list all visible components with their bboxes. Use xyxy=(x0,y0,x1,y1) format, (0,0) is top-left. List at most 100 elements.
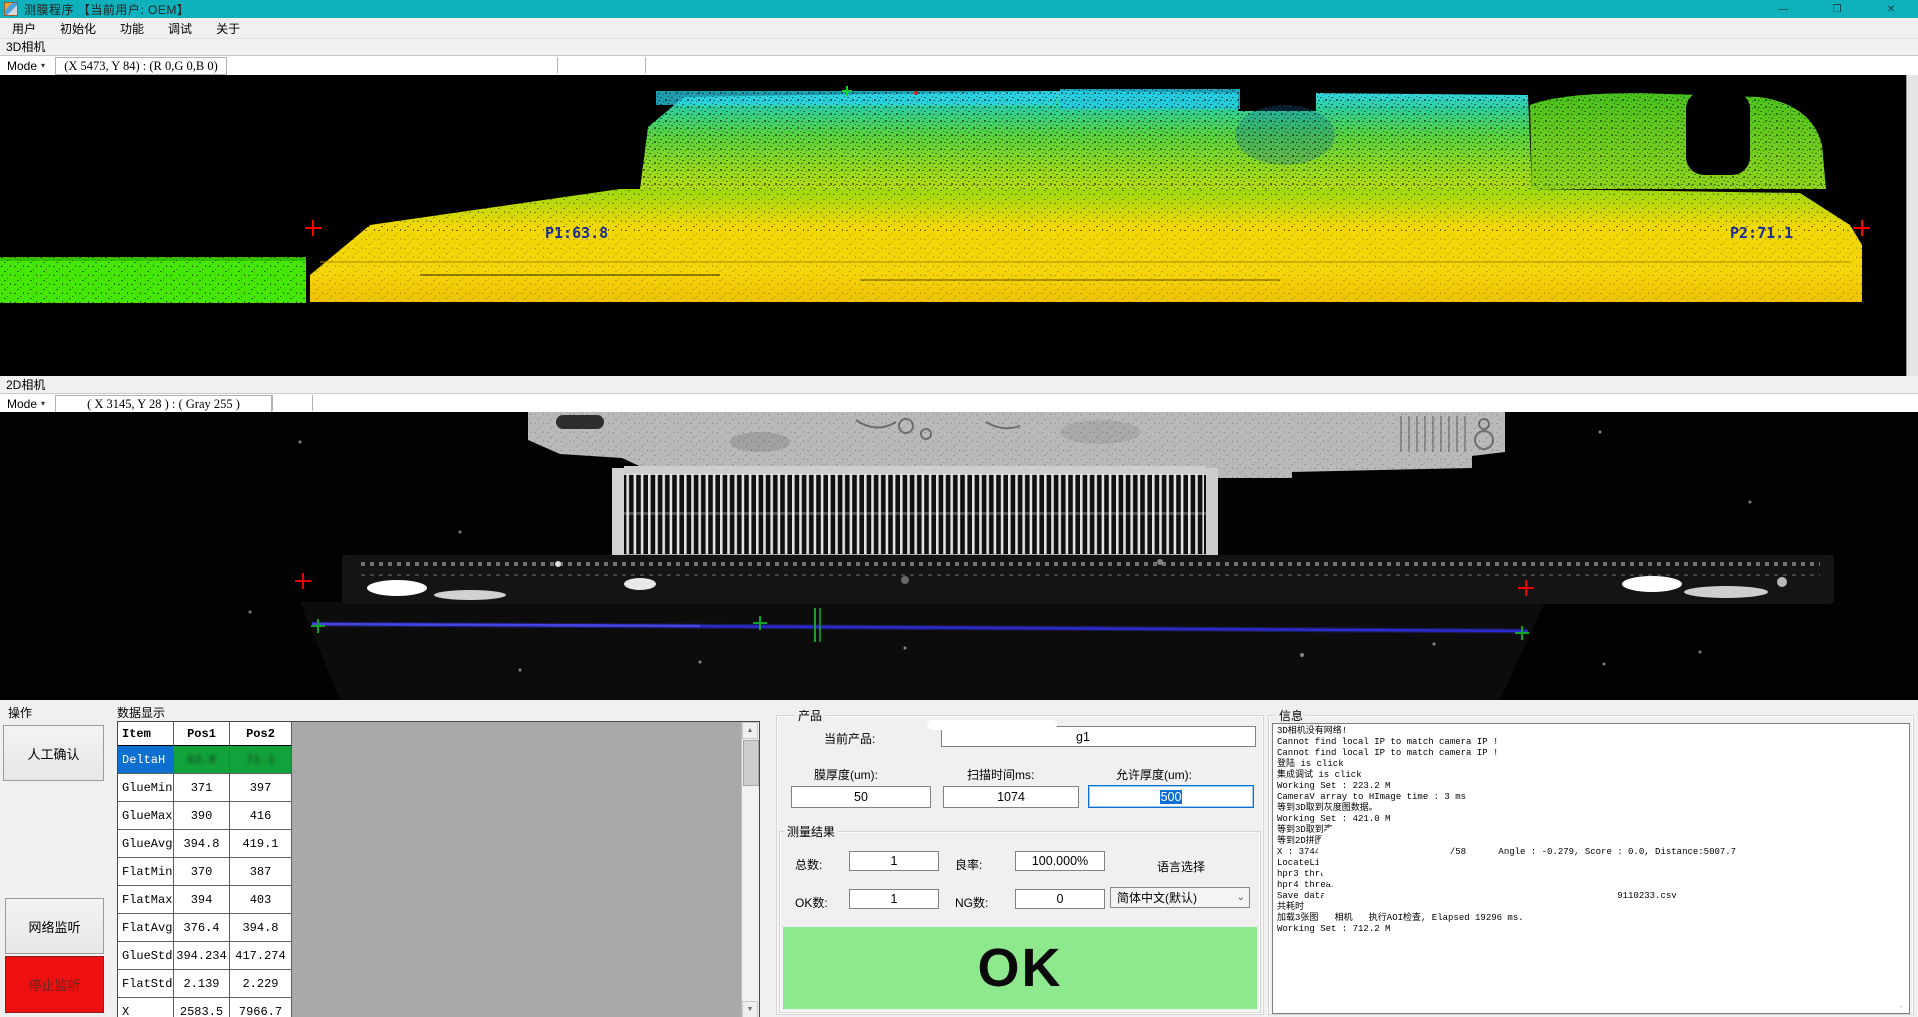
ok-count-label: OK数: xyxy=(795,894,828,911)
close-button[interactable]: ✕ xyxy=(1864,0,1918,18)
film-thickness-field[interactable]: 50 xyxy=(791,786,931,808)
camera3d-scrollbar[interactable] xyxy=(1906,75,1918,376)
yield-label: 良率: xyxy=(955,856,982,873)
camera3d-mode-button[interactable]: Mode ▾ xyxy=(3,57,49,74)
film-thickness-label: 膜厚度(um): xyxy=(814,766,878,783)
network-listen-button[interactable]: 网络监听 xyxy=(5,898,104,954)
app-window: 测膜程序 【当前用户: OEM】 — ❐ ✕ 用户 初始化 功能 调试 关于 3… xyxy=(0,0,1918,1017)
restore-button[interactable]: ❐ xyxy=(1810,0,1864,18)
camera3d-pixel-status: (X 5473, Y 84) : (R 0,G 0,B 0) xyxy=(55,57,227,75)
manual-confirm-button[interactable]: 人工确认 xyxy=(3,725,104,781)
table-row[interactable]: FlatStd 2.139 2.229 xyxy=(118,970,292,998)
menu-function[interactable]: 功能 xyxy=(108,18,156,38)
restore-icon: ❐ xyxy=(1833,4,1842,15)
log-line: 3D相机没有网络! xyxy=(1273,726,1909,737)
col-pos2: Pos2 xyxy=(230,722,292,746)
product-group-label: 产品 xyxy=(795,707,825,724)
menu-about[interactable]: 关于 xyxy=(204,18,252,38)
camera3d-heightmap-view[interactable]: P1:63.8 P2:71.1 xyxy=(0,75,1918,376)
bottom-panel: 操作 人工确认 网络监听 停止监听 数据显示 Item Pos1 Pos2 De… xyxy=(0,700,1918,1017)
camera2d-label: 2D相机 xyxy=(6,376,45,392)
table-row[interactable]: DeltaH 63.8 71.1 xyxy=(118,746,292,774)
data-table: Item Pos1 Pos2 DeltaH 63.8 71.1 GlueMin … xyxy=(118,722,292,1017)
camera3d-toolbar: Mode ▾ (X 5473, Y 84) : (R 0,G 0,B 0) xyxy=(0,55,1918,77)
redaction-scribble xyxy=(1323,891,1613,904)
scroll-down-icon: ▼ xyxy=(747,1006,754,1013)
data-display-label: 数据显示 xyxy=(117,704,165,721)
chevron-down-icon: ▾ xyxy=(41,399,45,408)
log-line: Cannot find local IP to match camera IP … xyxy=(1273,737,1909,748)
menu-user[interactable]: 用户 xyxy=(0,18,48,38)
table-row[interactable]: FlatMin 370 387 xyxy=(118,858,292,886)
minimize-icon: — xyxy=(1778,4,1788,15)
p1-value-label: P1:63.8 xyxy=(545,224,608,242)
log-line: CameraV array to HImage time : 3 ms xyxy=(1273,792,1909,803)
yield-field[interactable]: 100.000% xyxy=(1015,851,1105,871)
menu-debug[interactable]: 调试 xyxy=(156,18,204,38)
table-row[interactable]: GlueStd 394.234 417.274 xyxy=(118,942,292,970)
total-field[interactable]: 1 xyxy=(849,851,939,871)
scroll-up-icon: ▲ xyxy=(747,727,754,734)
camera2d-toolbar: Mode ▾ ( X 3145, Y 28 ) : ( Gray 255 ) xyxy=(0,393,1918,414)
window-title: 测膜程序 【当前用户: OEM】 xyxy=(24,1,189,18)
measure-result-group: 测量结果 总数: 1 良率: 100.000% 语言选择 OK数: 1 NG数:… xyxy=(779,831,1261,1013)
table-row[interactable]: FlatMax 394 403 xyxy=(118,886,292,914)
language-select[interactable]: 简体中文(默认) ⌄ xyxy=(1110,887,1250,908)
table-row[interactable]: GlueMax 390 416 xyxy=(118,802,292,830)
log-line: 集成调试 is click xyxy=(1273,770,1909,781)
log-scroll-down[interactable]: ⌄ xyxy=(1894,999,1908,1011)
current-product-label: 当前产品: xyxy=(824,730,875,747)
scroll-down-icon: ⌄ xyxy=(1899,1000,1904,1011)
data-grid: Item Pos1 Pos2 DeltaH 63.8 71.1 GlueMin … xyxy=(117,721,760,1017)
scan-time-label: 扫描时间ms: xyxy=(967,766,1034,783)
stop-listen-button[interactable]: 停止监听 xyxy=(5,956,104,1013)
grid-scrollbar[interactable]: ▲ ▼ xyxy=(741,722,759,1017)
table-header-row: Item Pos1 Pos2 xyxy=(118,722,292,746)
log-line: 登陆 is click xyxy=(1273,759,1909,770)
app-icon xyxy=(4,2,18,16)
ok-count-field[interactable]: 1 xyxy=(849,889,939,909)
scan-time-field[interactable]: 1074 xyxy=(943,786,1079,808)
redaction-scribble xyxy=(1318,823,1436,893)
log-line: Working Set : 712.2 M xyxy=(1273,924,1909,935)
info-group: 信息 3D相机没有网络! Cannot find local IP to mat… xyxy=(1268,715,1914,1015)
info-group-label: 信息 xyxy=(1276,707,1306,724)
camera2d-grayscale-view[interactable] xyxy=(0,412,1918,700)
ng-count-label: NG数: xyxy=(955,894,988,911)
title-bar: 测膜程序 【当前用户: OEM】 — ❐ ✕ xyxy=(0,0,1918,18)
heightmap-image: P1:63.8 P2:71.1 xyxy=(0,75,1918,376)
product-group: 产品 当前产品: g1 膜厚度(um): 扫描时间ms: 允许厚度(um): 5… xyxy=(776,715,1264,1015)
table-row[interactable]: X 2583.5 7966.7 xyxy=(118,998,292,1017)
chevron-down-icon: ▾ xyxy=(41,61,45,70)
operations-label: 操作 xyxy=(8,704,32,721)
close-icon: ✕ xyxy=(1887,4,1895,15)
log-line: 加载3张图 相机 执行AOI检查, Elapsed 19296 ms. xyxy=(1273,913,1909,924)
menu-bar: 用户 初始化 功能 调试 关于 xyxy=(0,18,1918,39)
total-label: 总数: xyxy=(795,856,822,873)
log-textbox[interactable]: 3D相机没有网络! Cannot find local IP to match … xyxy=(1272,723,1910,1014)
grid-scrollbar-thumb[interactable] xyxy=(743,740,759,786)
log-line: Cannot find local IP to match camera IP … xyxy=(1273,748,1909,759)
language-select-label: 语言选择 xyxy=(1157,858,1205,875)
col-item: Item xyxy=(118,722,174,746)
selected-text: 500 xyxy=(1160,790,1183,804)
table-row[interactable]: GlueMin 371 397 xyxy=(118,774,292,802)
camera3d-label: 3D相机 xyxy=(6,38,45,54)
table-row[interactable]: FlatAvg 376.4 394.8 xyxy=(118,914,292,942)
combo-arrow-icon: ⌄ xyxy=(1237,892,1245,903)
result-ok-banner: OK xyxy=(783,927,1257,1009)
p2-value-label: P2:71.1 xyxy=(1730,224,1793,242)
log-line: Working Set : 223.2 M xyxy=(1273,781,1909,792)
menu-initialize[interactable]: 初始化 xyxy=(48,18,108,38)
log-line: 等到3D取到灰度图数据。 xyxy=(1273,803,1909,814)
measure-result-label: 测量结果 xyxy=(784,823,838,840)
ng-count-field[interactable]: 0 xyxy=(1015,889,1105,909)
minimize-button[interactable]: — xyxy=(1756,0,1810,18)
camera2d-mode-button[interactable]: Mode ▾ xyxy=(3,395,49,412)
col-pos1: Pos1 xyxy=(174,722,230,746)
table-row[interactable]: GlueAvg 394.8 419.1 xyxy=(118,830,292,858)
allowed-thickness-field[interactable]: 500 xyxy=(1088,785,1254,808)
allowed-thickness-label: 允许厚度(um): xyxy=(1116,766,1192,783)
camera2d-pixel-status: ( X 3145, Y 28 ) : ( Gray 255 ) xyxy=(55,395,272,413)
grayscale-image xyxy=(0,412,1918,700)
